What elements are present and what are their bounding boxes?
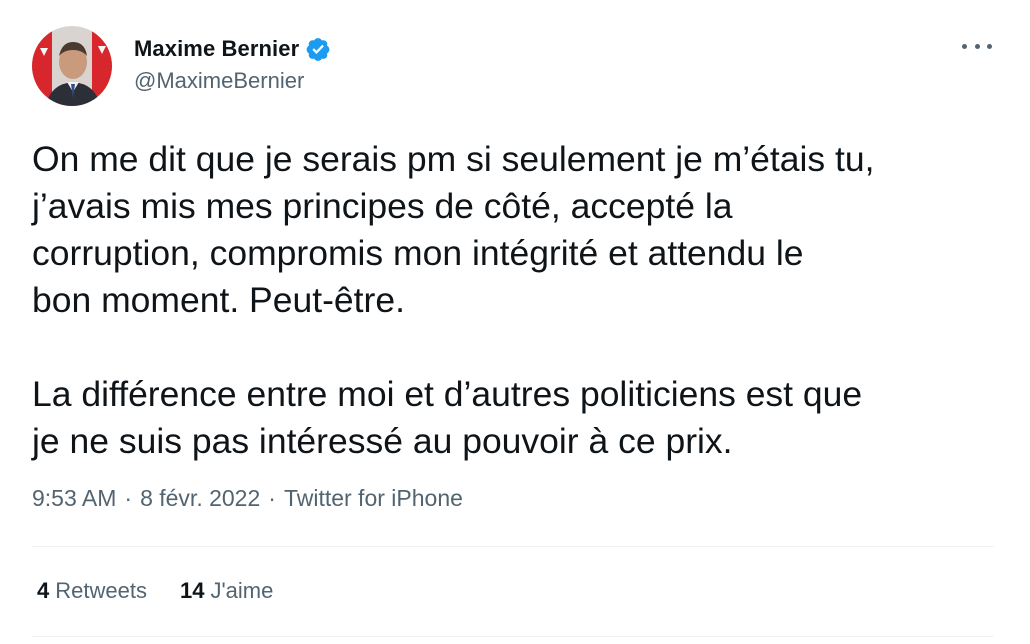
author-name[interactable]: Maxime Bernier — [134, 36, 299, 62]
more-dot — [974, 43, 980, 49]
tweet-date[interactable]: 8 févr. 2022 — [140, 485, 260, 512]
meta-separator: · — [268, 485, 276, 511]
likes-count: 14 — [179, 578, 205, 603]
more-dot — [962, 43, 967, 49]
retweets-label: Retweets — [55, 578, 147, 603]
divider — [32, 636, 994, 637]
likes-stat[interactable]: 14 J'aime — [180, 578, 273, 604]
tweet-source[interactable]: Twitter for iPhone — [284, 485, 463, 512]
tweet-metadata: 9:53 AM · 8 févr. 2022 · Twitter for iPh… — [32, 485, 463, 512]
more-horizontal-icon[interactable] — [962, 36, 992, 56]
verified-badge-icon — [305, 36, 331, 62]
avatar[interactable] — [32, 26, 112, 106]
meta-separator: · — [124, 485, 133, 511]
author-handle[interactable]: @MaximeBernier — [134, 68, 331, 94]
likes-label: J'aime — [210, 578, 274, 603]
divider — [32, 546, 994, 547]
tweet-stats: 4 Retweets 14 J'aime — [37, 578, 273, 604]
retweets-count: 4 — [37, 578, 50, 603]
tweet-card: Maxime Bernier @MaximeBernier On me dit … — [0, 0, 1030, 644]
retweets-stat[interactable]: 4 Retweets — [37, 578, 147, 604]
more-dot — [987, 43, 992, 49]
tweet-text: On me dit que je serais pm si seulement … — [32, 139, 875, 461]
avatar-image — [32, 26, 112, 106]
author-info: Maxime Bernier @MaximeBernier — [134, 34, 331, 94]
tweet-time[interactable]: 9:53 AM — [32, 485, 116, 512]
author-name-row: Maxime Bernier — [134, 34, 331, 64]
